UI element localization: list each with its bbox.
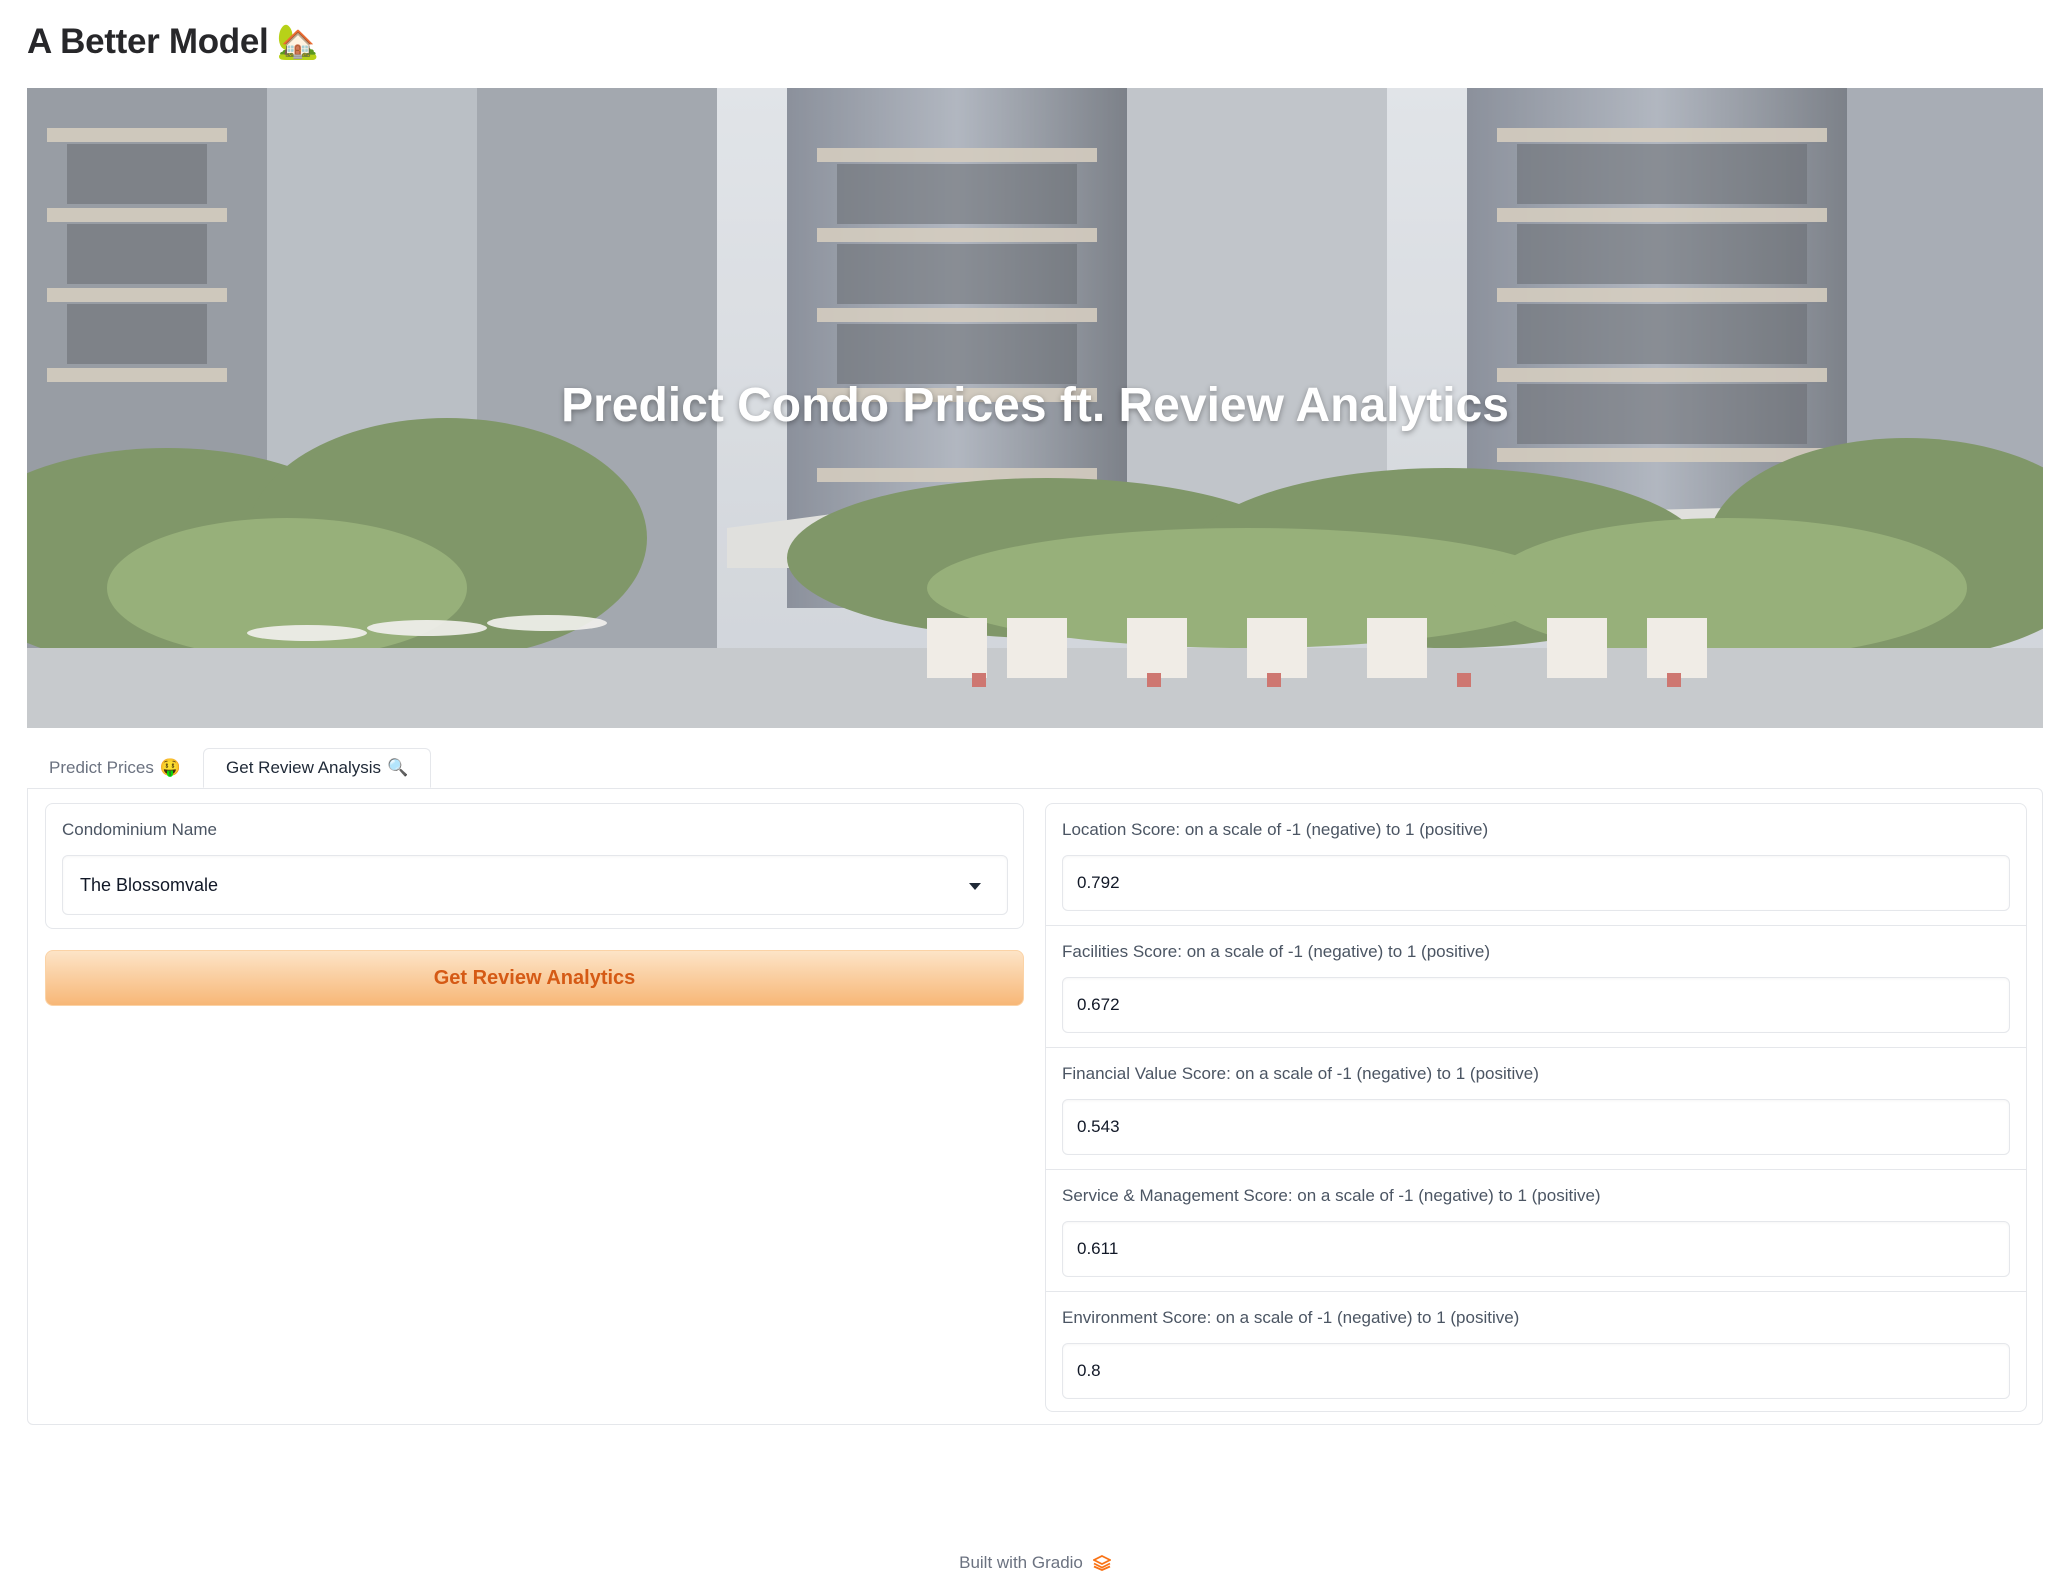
condo-name-value: The Blossomvale (80, 874, 219, 895)
hero-title: Predict Condo Prices ft. Review Analytic… (561, 379, 1509, 432)
house-icon: 🏡 (276, 23, 319, 61)
built-with-gradio-link[interactable]: Built with Gradio (959, 1553, 1083, 1573)
tab-predict-prices[interactable]: Predict Prices 🤑 (27, 748, 203, 788)
app-title: A Better Model 🏡 (27, 22, 319, 62)
financial-value-score-label: Financial Value Score: on a scale of -1 … (1062, 1064, 1539, 1083)
review-analysis-panel: Condominium Name The Blossomvale Get Rev… (27, 788, 2043, 1425)
service-management-score-label: Service & Management Score: on a scale o… (1062, 1186, 1601, 1205)
tab-bar: Predict Prices 🤑 Get Review Analysis 🔍 (27, 748, 432, 788)
location-score-field[interactable]: 0.792 (1062, 855, 2010, 911)
magnifier-icon: 🔍 (387, 758, 409, 777)
financial-value-score-field[interactable]: 0.543 (1062, 1099, 2010, 1155)
tab-get-review-analysis[interactable]: Get Review Analysis 🔍 (203, 748, 432, 788)
condo-select-card: Condominium Name The Blossomvale (45, 803, 1024, 929)
footer: Built with Gradio (0, 1553, 2070, 1573)
location-score-block: Location Score: on a scale of -1 (negati… (1046, 804, 2026, 926)
environment-score-label: Environment Score: on a scale of -1 (neg… (1062, 1308, 1520, 1327)
tab-label: Predict Prices (49, 758, 154, 777)
condo-name-dropdown[interactable]: The Blossomvale (62, 855, 1008, 915)
facilities-score-field[interactable]: 0.672 (1062, 977, 2010, 1033)
financial-value-score-block: Financial Value Score: on a scale of -1 … (1046, 1048, 2026, 1170)
condo-name-label: Condominium Name (62, 820, 217, 839)
environment-score-block: Environment Score: on a scale of -1 (neg… (1046, 1292, 2026, 1411)
facilities-score-label: Facilities Score: on a scale of -1 (nega… (1062, 942, 1491, 961)
gradio-logo-icon (1092, 1555, 1111, 1571)
caret-down-icon (969, 883, 981, 890)
tab-label: Get Review Analysis (226, 758, 381, 777)
facilities-score-block: Facilities Score: on a scale of -1 (nega… (1046, 926, 2026, 1048)
service-management-score-field[interactable]: 0.611 (1062, 1221, 2010, 1277)
get-review-analytics-button[interactable]: Get Review Analytics (45, 950, 1024, 1006)
scores-card: Location Score: on a scale of -1 (negati… (1045, 803, 2027, 1412)
location-score-label: Location Score: on a scale of -1 (negati… (1062, 820, 1489, 839)
app-title-text: A Better Model (27, 22, 269, 61)
environment-score-field[interactable]: 0.8 (1062, 1343, 2010, 1399)
money-mouth-icon: 🤑 (159, 758, 182, 777)
hero-banner: Predict Condo Prices ft. Review Analytic… (27, 88, 2043, 728)
service-management-score-block: Service & Management Score: on a scale o… (1046, 1170, 2026, 1292)
